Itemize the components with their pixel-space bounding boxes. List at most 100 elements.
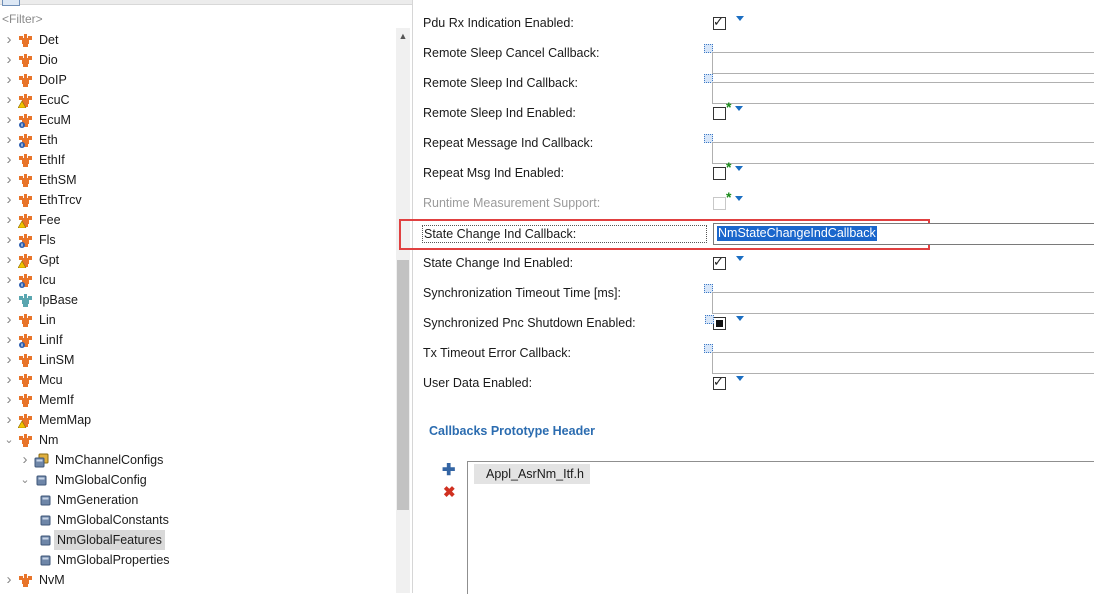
chevron-right-icon[interactable]: › — [4, 410, 14, 430]
tree-item-nmglobalconfig[interactable]: ⌄ NmGlobalConfig — [20, 470, 394, 490]
chevron-right-icon[interactable]: › — [4, 230, 14, 250]
chevron-right-icon[interactable]: › — [4, 110, 14, 130]
property-checkbox[interactable]: ✓ — [713, 254, 726, 270]
tree-item-dio[interactable]: › Dio — [4, 50, 394, 70]
chevron-right-icon[interactable]: › — [4, 290, 14, 310]
tree-item-label: Lin — [39, 313, 56, 327]
changed-marker-icon: * — [726, 99, 732, 115]
property-checkbox[interactable] — [713, 167, 726, 180]
dropdown-arrow-icon[interactable] — [736, 256, 744, 261]
tree-item-nmglobalfeatures[interactable]: NmGlobalFeatures — [36, 530, 394, 550]
tree-item-ethif[interactable]: › EthIf — [4, 150, 394, 170]
module-icon — [18, 353, 33, 368]
tree-item-nmglobalconstants[interactable]: NmGlobalConstants — [36, 510, 394, 530]
chevron-right-icon[interactable]: › — [4, 250, 14, 270]
property-row: Remote Sleep Ind Enabled: * — [413, 98, 1094, 128]
chevron-down-icon[interactable]: ⌄ — [20, 470, 30, 490]
tree-item-ecuc[interactable]: › EcuC — [4, 90, 394, 110]
chevron-right-icon[interactable]: › — [4, 90, 14, 110]
property-label: Synchronization Timeout Time [ms]: — [423, 286, 621, 300]
module-icon — [18, 153, 33, 168]
chevron-right-icon[interactable]: › — [4, 270, 14, 290]
tree-item-memif[interactable]: › MemIf — [4, 390, 394, 410]
tree-scrollbar[interactable]: ▲ — [396, 28, 410, 593]
tree-item-det[interactable]: › Det — [4, 30, 394, 50]
chevron-right-icon[interactable]: › — [4, 170, 14, 190]
chevron-right-icon[interactable]: › — [4, 190, 14, 210]
chevron-right-icon[interactable]: › — [4, 310, 14, 330]
dropdown-arrow-icon[interactable] — [736, 376, 744, 381]
chevron-right-icon[interactable]: › — [4, 50, 14, 70]
chevron-right-icon[interactable]: › — [4, 210, 14, 230]
scrollbar-thumb[interactable] — [397, 260, 409, 510]
list-item[interactable]: Appl_AsrNm_Itf.h — [474, 464, 590, 484]
tree-item-linsm[interactable]: › LinSM — [4, 350, 394, 370]
tree-item-label: LinSM — [39, 353, 75, 367]
module-warning-icon — [17, 93, 33, 109]
chevron-down-icon[interactable]: ⌄ — [4, 430, 14, 450]
add-icon[interactable]: ✚ — [442, 463, 455, 479]
property-checkbox[interactable]: ✓ — [713, 14, 726, 30]
tree-item-ecum[interactable]: › EcuM — [4, 110, 394, 130]
tree-item-nmglobalproperties[interactable]: NmGlobalProperties — [36, 550, 394, 570]
tree-item-mcu[interactable]: › Mcu — [4, 370, 394, 390]
tree-item-ipbase[interactable]: › IpBase — [4, 290, 394, 310]
tree-item-gpt[interactable]: › Gpt — [4, 250, 394, 270]
tree-item-label: IpBase — [39, 293, 78, 307]
tree-item-doip[interactable]: › DoIP — [4, 70, 394, 90]
dropdown-arrow-icon[interactable] — [736, 316, 744, 321]
dropdown-arrow-icon[interactable] — [735, 106, 743, 111]
tree-item-nmgeneration[interactable]: NmGeneration — [36, 490, 394, 510]
tree-item-nvm[interactable]: › NvM — [4, 570, 394, 590]
tree-item-icu[interactable]: › Icu — [4, 270, 394, 290]
scroll-up-icon[interactable]: ▲ — [396, 28, 410, 44]
tree-item-fee[interactable]: › Fee — [4, 210, 394, 230]
tree-item-label: NmChannelConfigs — [55, 453, 164, 467]
property-checkbox[interactable]: ✓ — [713, 374, 726, 390]
tree-item-linif[interactable]: › LinIf — [4, 330, 394, 350]
filter-input[interactable]: <Filter> — [0, 10, 412, 28]
module-icon — [18, 573, 33, 588]
tree-item-ethsm[interactable]: › EthSM — [4, 170, 394, 190]
tree-item-ethtrcv[interactable]: › EthTrcv — [4, 190, 394, 210]
tree-item-lin[interactable]: › Lin — [4, 310, 394, 330]
state-change-ind-callback-field[interactable]: NmStateChangeIndCallback — [713, 223, 1094, 245]
module-teal-icon — [18, 293, 33, 308]
chevron-right-icon[interactable]: › — [4, 30, 14, 50]
chevron-right-icon[interactable]: › — [4, 150, 14, 170]
chevron-right-icon[interactable]: › — [20, 450, 30, 470]
property-row: User Data Enabled: ✓ — [413, 368, 1094, 398]
tree-item-memmap[interactable]: › MemMap — [4, 410, 394, 430]
property-label: User Data Enabled: — [423, 376, 533, 390]
chevron-right-icon[interactable]: › — [4, 130, 14, 150]
module-icon — [18, 193, 33, 208]
tree-item-nm[interactable]: ⌄ Nm — [4, 430, 394, 450]
property-label: Repeat Message Ind Callback: — [423, 136, 594, 150]
chevron-right-icon[interactable]: › — [4, 390, 14, 410]
module-icon — [18, 373, 33, 388]
callbacks-header-list[interactable]: Appl_AsrNm_Itf.h — [467, 461, 1094, 594]
property-label: Synchronized Pnc Shutdown Enabled: — [423, 316, 636, 330]
dropdown-arrow-icon[interactable] — [736, 16, 744, 21]
property-checkbox[interactable] — [713, 107, 726, 120]
tree-item-label: MemMap — [39, 413, 92, 427]
tree-item-label: NmGlobalFeatures — [54, 530, 165, 550]
chevron-right-icon[interactable]: › — [4, 330, 14, 350]
dropdown-arrow-icon[interactable] — [735, 166, 743, 171]
property-row: Repeat Message Ind Callback: — [413, 128, 1094, 164]
chevron-right-icon[interactable]: › — [4, 570, 14, 590]
tree-item-eth[interactable]: › Eth — [4, 130, 394, 150]
module-info-icon — [18, 113, 33, 128]
default-value-icon — [705, 315, 714, 324]
property-checkbox[interactable] — [705, 315, 726, 330]
property-row: Runtime Measurement Support: * — [413, 188, 1094, 218]
view-icon[interactable] — [2, 0, 20, 6]
tree-item-label: MemIf — [39, 393, 74, 407]
tree-item-label: Mcu — [39, 373, 63, 387]
tree-item-fls[interactable]: › Fls — [4, 230, 394, 250]
chevron-right-icon[interactable]: › — [4, 70, 14, 90]
chevron-right-icon[interactable]: › — [4, 350, 14, 370]
remove-icon[interactable]: ✖ — [443, 485, 456, 501]
tree-item-nmchannelconfigs[interactable]: › NmChannelConfigs — [20, 450, 394, 470]
chevron-right-icon[interactable]: › — [4, 370, 14, 390]
